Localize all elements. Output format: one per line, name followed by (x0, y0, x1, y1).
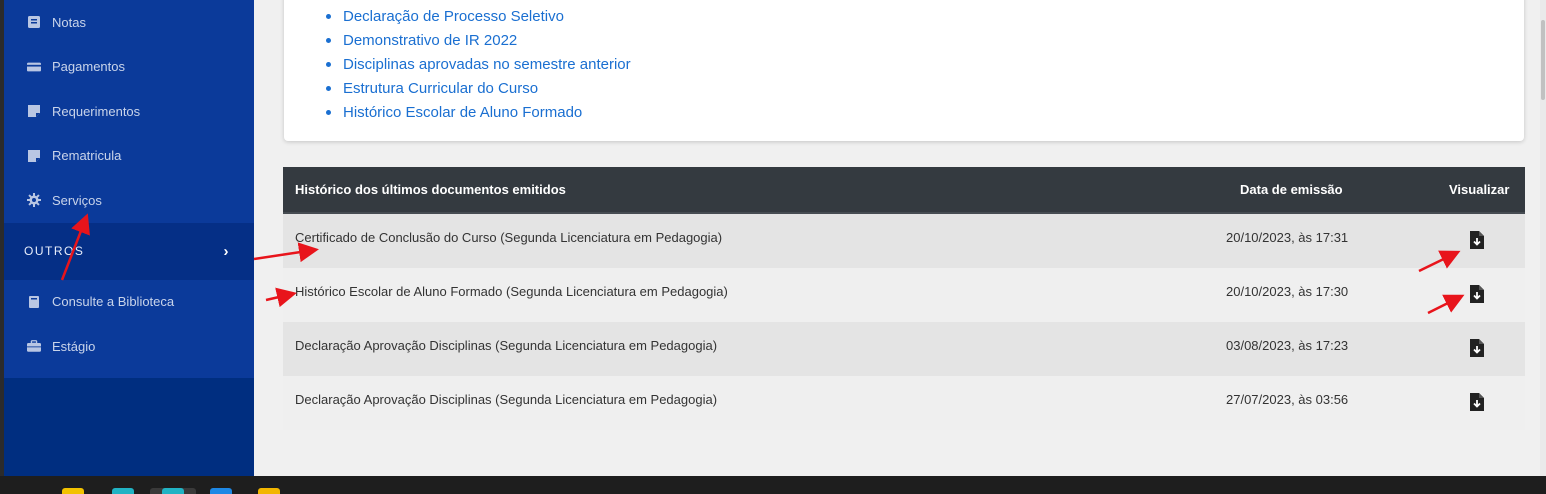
table-row: Certificado de Conclusão do Curso (Segun… (283, 214, 1525, 268)
chevron-right-icon: › (223, 242, 230, 260)
column-header-view: Visualizar (1449, 182, 1510, 197)
issue-date: 20/10/2023, às 17:30 (1226, 284, 1349, 299)
sidebar-item-label: Estágio (52, 338, 96, 354)
sidebar-item-pagamentos[interactable]: Pagamentos (4, 45, 254, 90)
column-header-date: Data de emissão (1240, 182, 1343, 197)
sidebar-item-notas[interactable]: Notas (4, 0, 254, 45)
sidebar-item-biblioteca[interactable]: Consulte a Biblioteca (4, 280, 254, 325)
document-link[interactable]: Declaração de Processo Seletivo (324, 4, 631, 28)
download-file-icon[interactable] (1467, 284, 1487, 304)
table-header: Histórico dos últimos documentos emitido… (283, 167, 1525, 214)
taskbar (0, 476, 1546, 494)
sidebar-item-requerimentos[interactable]: Requerimentos (4, 89, 254, 134)
documents-card: Declaração de Processo Seletivo Demonstr… (284, 0, 1524, 141)
document-link[interactable]: Histórico Escolar de Aluno Formado (324, 100, 631, 124)
sidebar: Notas Pagamentos Requerimentos Rematricu… (4, 0, 254, 476)
file-icon[interactable] (62, 488, 84, 494)
sidebar-item-label: Pagamentos (52, 59, 125, 75)
sidebar-item-label: Consulte a Biblioteca (52, 294, 175, 310)
document-link[interactable]: Estrutura Curricular do Curso (324, 76, 631, 100)
sidebar-item-label: Requerimentos (52, 103, 141, 119)
book-icon (26, 294, 42, 310)
notes-icon (26, 14, 42, 30)
history-table: Histórico dos últimos documentos emitido… (283, 167, 1525, 430)
document-name: Declaração Aprovação Disciplinas (Segund… (295, 338, 718, 353)
sidebar-section-label: OUTROS (24, 244, 85, 258)
sidebar-menu: Notas Pagamentos Requerimentos Rematricu… (4, 0, 254, 378)
table-row: Declaração Aprovação Disciplinas (Segund… (283, 376, 1525, 430)
download-file-icon[interactable] (1467, 392, 1487, 412)
scrollbar-thumb[interactable] (1541, 20, 1545, 100)
download-file-icon[interactable] (1467, 338, 1487, 358)
issue-date: 20/10/2023, às 17:31 (1226, 230, 1349, 245)
browser-icon[interactable] (162, 488, 184, 494)
document-name: Histórico Escolar de Aluno Formado (Segu… (295, 284, 728, 299)
document-name: Certificado de Conclusão do Curso (Segun… (295, 230, 723, 245)
app-icon[interactable] (210, 488, 232, 494)
document-link[interactable]: Disciplinas aprovadas no semestre anteri… (324, 52, 631, 76)
sidebar-item-label: Notas (52, 14, 86, 30)
column-header-document: Histórico dos últimos documentos emitido… (295, 182, 566, 197)
table-row: Histórico Escolar de Aluno Formado (Segu… (283, 268, 1525, 322)
gear-icon (26, 192, 42, 208)
sidebar-item-rematricula[interactable]: Rematricula (4, 134, 254, 179)
sticky-note-icon (26, 148, 42, 164)
credit-card-icon (26, 59, 42, 75)
documents-list: Declaração de Processo Seletivo Demonstr… (324, 4, 631, 124)
folder-icon[interactable] (258, 488, 280, 494)
issue-date: 03/08/2023, às 17:23 (1226, 338, 1349, 353)
sidebar-item-label: Rematricula (52, 148, 122, 164)
download-file-icon[interactable] (1467, 230, 1487, 250)
document-link[interactable]: Demonstrativo de IR 2022 (324, 28, 631, 52)
browser-icon[interactable] (112, 488, 134, 494)
sidebar-item-estagio[interactable]: Estágio (4, 324, 254, 369)
main-content: Declaração de Processo Seletivo Demonstr… (254, 0, 1546, 476)
sticky-note-icon (26, 103, 42, 119)
table-row: Declaração Aprovação Disciplinas (Segund… (283, 322, 1525, 376)
table-body: Certificado de Conclusão do Curso (Segun… (283, 214, 1525, 430)
sidebar-item-label: Serviços (52, 192, 102, 208)
briefcase-icon (26, 338, 42, 354)
sidebar-item-servicos[interactable]: Serviços (4, 178, 254, 223)
vertical-scrollbar[interactable] (1540, 0, 1546, 476)
issue-date: 27/07/2023, às 03:56 (1226, 392, 1349, 407)
sidebar-section-outros[interactable]: OUTROS › (4, 222, 254, 280)
document-name: Declaração Aprovação Disciplinas (Segund… (295, 392, 718, 407)
